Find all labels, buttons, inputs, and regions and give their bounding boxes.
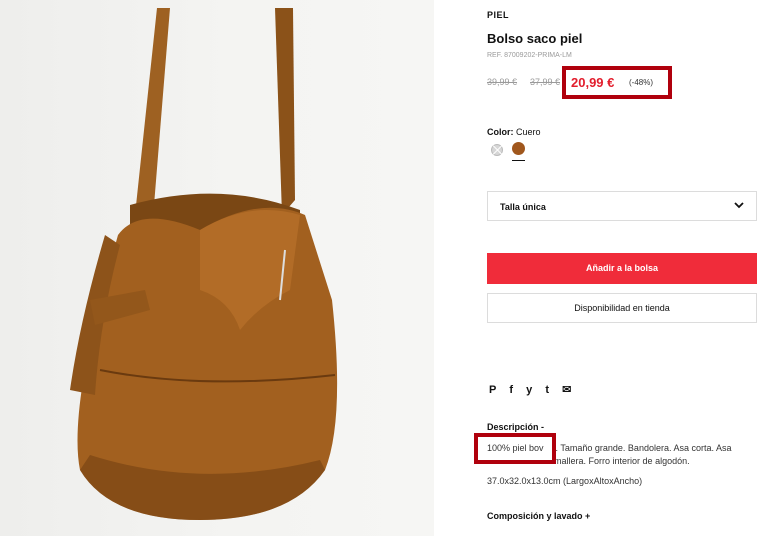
chevron-down-icon xyxy=(734,202,744,209)
original-price: 39,99 € xyxy=(487,77,518,87)
color-swatch-unavailable[interactable] xyxy=(491,144,503,156)
store-availability-button[interactable]: Disponibilidad en tienda xyxy=(487,293,757,323)
description-heading[interactable]: Descripción - xyxy=(487,422,544,432)
sale-price: 20,99 € xyxy=(571,75,615,90)
size-select-value: Talla única xyxy=(500,202,546,212)
share-icons: P f y t ✉ xyxy=(489,383,581,396)
email-icon[interactable]: ✉ xyxy=(562,383,571,396)
facebook-icon[interactable]: f xyxy=(509,384,513,396)
twitter-icon[interactable]: y xyxy=(526,384,532,396)
leather-bag-illustration xyxy=(70,8,338,520)
composition-toggle[interactable]: Composición y lavado + xyxy=(487,511,590,521)
color-label-key: Color: xyxy=(487,127,514,137)
product-dimensions: 37.0x32.0x13.0cm (LargoxAltoxAncho) xyxy=(487,476,643,486)
add-to-bag-button[interactable]: Añadir a la bolsa xyxy=(487,253,757,284)
size-select[interactable]: Talla única xyxy=(487,191,757,221)
description-highlight-text: 100% piel bov xyxy=(487,443,544,453)
discount-badge: (-48%) xyxy=(629,78,654,87)
product-image[interactable] xyxy=(0,0,434,536)
product-reference: REF. 87009202-PRIMA-LM xyxy=(487,52,572,59)
product-brand: PIEL xyxy=(487,10,510,20)
tumblr-icon[interactable]: t xyxy=(545,384,549,396)
color-swatch-cuero[interactable] xyxy=(512,142,525,155)
product-title: Bolso saco piel xyxy=(487,31,583,46)
color-value: Cuero xyxy=(516,127,541,137)
previous-price: 37,99 € xyxy=(530,77,561,87)
color-label: Color: Cuero xyxy=(487,127,541,137)
pinterest-icon[interactable]: P xyxy=(489,384,496,396)
selected-swatch-underline xyxy=(512,160,525,161)
